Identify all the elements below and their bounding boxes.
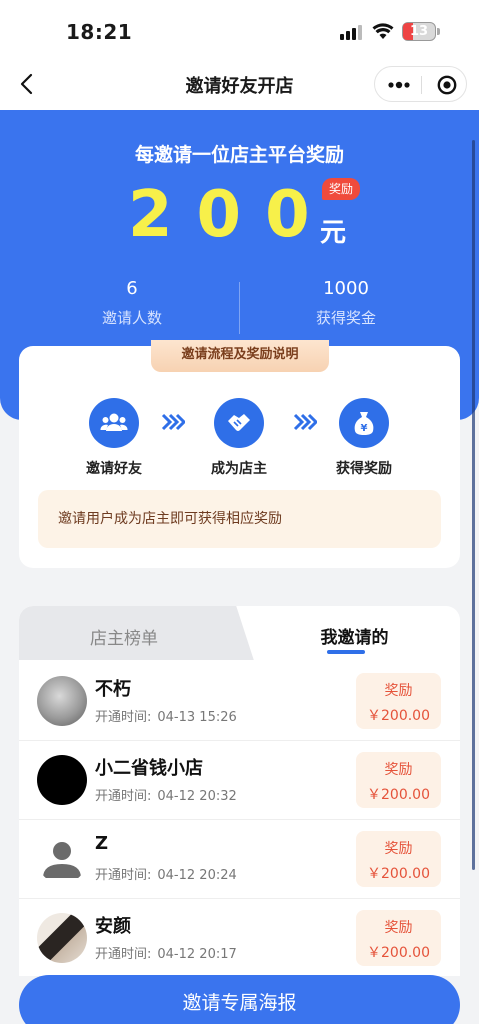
stat-value: 1000	[323, 278, 369, 299]
double-chevron-icon	[293, 413, 317, 431]
reward-note: 邀请用户成为店主即可获得相应奖励	[38, 490, 441, 548]
avatar	[37, 913, 87, 963]
reward-tag-label: 奖励	[384, 920, 413, 936]
stat-label: 获得奖金	[315, 309, 376, 327]
reward-tag-value: ￥200.00	[367, 866, 430, 882]
stat-label: 邀请人数	[101, 309, 162, 327]
invitee-name: 安颜	[95, 916, 131, 937]
reward-tag: 奖励 ￥200.00	[356, 910, 441, 966]
mini-program-capsule	[374, 66, 467, 102]
tab-label: 店主榜单	[90, 629, 158, 649]
reward-tag-label: 奖励	[384, 683, 413, 699]
signal-icon	[340, 24, 364, 40]
stat-invite-count: 6 邀请人数	[32, 278, 232, 328]
capsule-divider	[421, 76, 422, 94]
invitee-name: 不朽	[95, 679, 131, 700]
list-item[interactable]: 小二省钱小店 开通时间: 04-12 20:32 奖励 ￥200.00	[19, 741, 460, 820]
reward-tag: 奖励 ￥200.00	[356, 831, 441, 887]
step-become-owner: 成为店主	[194, 398, 284, 478]
status-bar: 18:21 13	[0, 0, 479, 58]
battery-tip	[437, 28, 440, 35]
reward-tag: 奖励 ￥200.00	[356, 752, 441, 808]
stat-divider	[239, 282, 240, 334]
reward-tag-label: 奖励	[384, 841, 413, 857]
list-item[interactable]: 不朽 开通时间: 04-13 15:26 奖励 ￥200.00	[19, 662, 460, 741]
invite-list-card: 店主榜单 我邀请的 不朽 开通时间: 04-13 15:26 奖励 ￥200.00…	[19, 606, 460, 976]
avatar	[37, 755, 87, 805]
status-time: 18:21	[66, 20, 133, 44]
step-invite-friends: 邀请好友	[69, 398, 159, 478]
step-label: 获得奖励	[336, 461, 392, 477]
list-item[interactable]: Z 开通时间: 04-12 20:24 奖励 ￥200.00	[19, 820, 460, 899]
open-time-value: 04-12 20:17	[157, 947, 237, 962]
stat-value: 6	[126, 278, 138, 299]
open-time-label: 开通时间:	[95, 947, 152, 962]
battery-level: 13	[409, 24, 429, 39]
step-label: 成为店主	[211, 461, 267, 477]
reward-tag-value: ￥200.00	[367, 787, 430, 803]
open-time-label: 开通时间:	[95, 789, 152, 804]
svg-text:¥: ¥	[361, 423, 368, 434]
reward-tag-value: ￥200.00	[367, 708, 430, 724]
reward-tag-label: 奖励	[384, 762, 413, 778]
list-item[interactable]: 安颜 开通时间: 04-12 20:17 奖励 ￥200.00	[19, 899, 460, 976]
reward-badge: 奖励	[322, 178, 360, 200]
process-card: 邀请流程及奖励说明 邀请好友 成为店主 ¥ 获得奖励 邀请用户成为店主即可获得相…	[19, 340, 460, 568]
process-ribbon: 邀请流程及奖励说明	[151, 340, 329, 372]
step-get-reward: ¥ 获得奖励	[319, 398, 409, 478]
wifi-icon	[372, 23, 394, 39]
step-label: 邀请好友	[86, 461, 142, 477]
tab-my-invites[interactable]: 我邀请的	[249, 606, 460, 660]
stat-bonus-earned: 1000 获得奖金	[246, 278, 446, 328]
reward-tag: 奖励 ￥200.00	[356, 673, 441, 729]
open-time: 开通时间: 04-12 20:32	[95, 785, 237, 804]
invitee-name: Z	[95, 833, 109, 854]
open-time-label: 开通时间:	[95, 710, 152, 725]
avatar	[37, 676, 87, 726]
reward-amount: 200	[128, 178, 334, 252]
handshake-icon	[214, 398, 264, 448]
open-time: 开通时间: 04-13 15:26	[95, 706, 237, 725]
money-bag-icon: ¥	[339, 398, 389, 448]
double-chevron-icon	[161, 413, 185, 431]
open-time: 开通时间: 04-12 20:17	[95, 943, 237, 962]
open-time-value: 04-13 15:26	[157, 710, 237, 725]
tab-label: 我邀请的	[320, 628, 389, 648]
reward-unit: 元	[320, 218, 347, 248]
open-time-value: 04-12 20:24	[157, 868, 237, 883]
invite-poster-button[interactable]: 邀请专属海报	[19, 975, 460, 1024]
active-tab-indicator	[327, 650, 365, 654]
reward-tag-value: ￥200.00	[367, 945, 430, 961]
nav-bar: 邀请好友开店	[0, 58, 479, 110]
scrollbar[interactable]	[472, 140, 475, 870]
battery-icon: 13	[402, 22, 436, 41]
target-icon[interactable]	[437, 75, 457, 95]
reward-headline: 每邀请一位店主平台奖励	[134, 144, 344, 166]
more-dots-icon[interactable]	[387, 76, 411, 94]
default-avatar-icon	[37, 834, 87, 884]
people-icon	[89, 398, 139, 448]
invitee-name: 小二省钱小店	[95, 758, 203, 779]
open-time-value: 04-12 20:32	[157, 789, 237, 804]
open-time-label: 开通时间:	[95, 868, 152, 883]
tab-shop-ranking[interactable]: 店主榜单	[19, 606, 254, 660]
open-time: 开通时间: 04-12 20:24	[95, 864, 237, 883]
